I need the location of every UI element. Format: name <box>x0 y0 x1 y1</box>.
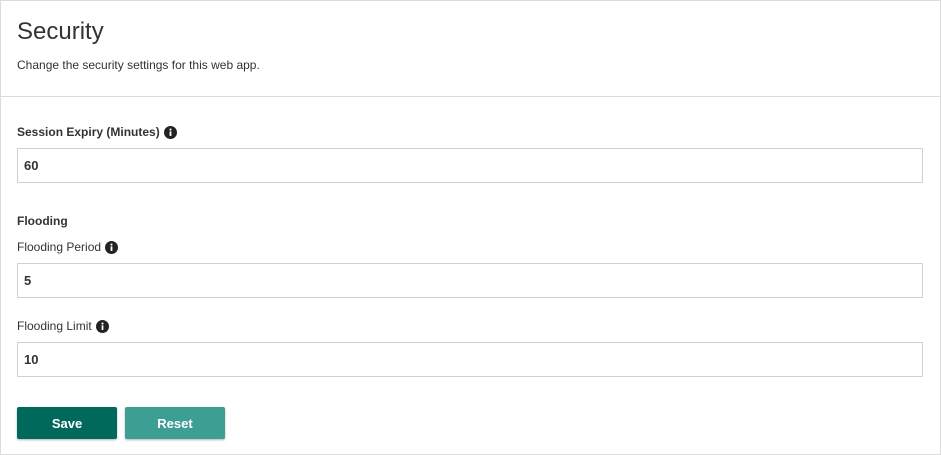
flooding-limit-input[interactable] <box>17 342 923 377</box>
flooding-section-title: Flooding <box>17 214 68 228</box>
save-button[interactable]: Save <box>17 407 117 439</box>
page-subtitle: Change the security settings for this we… <box>17 58 260 72</box>
flooding-period-label-group: Flooding Period <box>17 240 119 254</box>
session-expiry-label: Session Expiry (Minutes) <box>17 125 160 139</box>
info-icon[interactable] <box>95 319 109 333</box>
session-expiry-input[interactable] <box>17 148 923 183</box>
flooding-limit-label: Flooding Limit <box>17 319 92 333</box>
flooding-period-label: Flooding Period <box>17 240 102 254</box>
panel-header: Security Change the security settings fo… <box>1 1 940 97</box>
security-panel: Security Change the security settings fo… <box>0 0 941 455</box>
flooding-period-input[interactable] <box>17 263 923 298</box>
flooding-limit-label-group: Flooding Limit <box>17 319 109 333</box>
page-title: Security <box>17 18 104 45</box>
reset-button[interactable]: Reset <box>125 407 225 439</box>
info-icon[interactable] <box>163 125 177 139</box>
session-expiry-label-group: Session Expiry (Minutes) <box>17 125 177 139</box>
info-icon[interactable] <box>105 240 119 254</box>
